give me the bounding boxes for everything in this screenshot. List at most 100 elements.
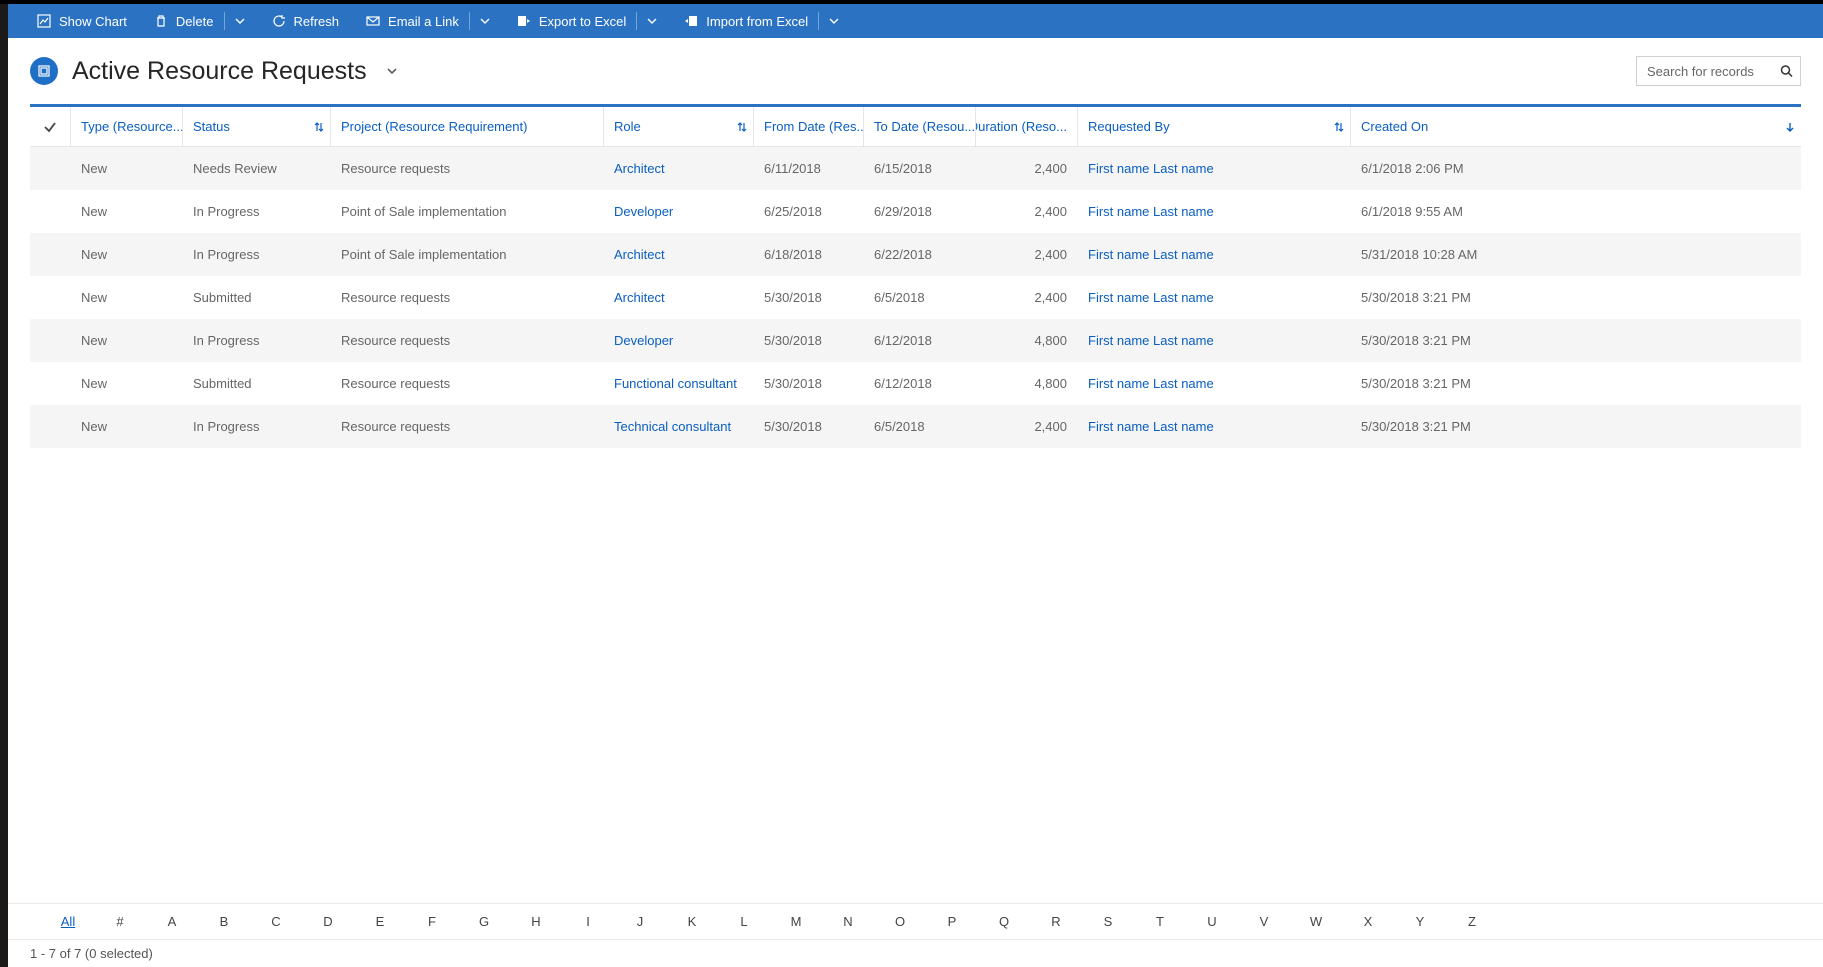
chevron-down-icon: [829, 16, 839, 26]
table-row[interactable]: NewIn ProgressPoint of Sale implementati…: [30, 233, 1801, 276]
row-selector[interactable]: [30, 362, 70, 405]
alpha-y[interactable]: Y: [1394, 914, 1446, 929]
cell-project: Resource requests: [330, 405, 603, 448]
row-selector[interactable]: [30, 319, 70, 362]
alpha-all[interactable]: All: [42, 914, 94, 929]
grid-header: Type (Resource... Status Project (Resour…: [30, 107, 1801, 147]
cell-type: New: [70, 190, 182, 233]
alpha-d[interactable]: D: [302, 914, 354, 929]
alpha-e[interactable]: E: [354, 914, 406, 929]
row-selector[interactable]: [30, 233, 70, 276]
requested-by-link[interactable]: First name Last name: [1088, 376, 1214, 391]
email-link-button[interactable]: Email a Link: [357, 4, 467, 38]
role-link[interactable]: Architect: [614, 161, 665, 176]
cell-role: Functional consultant: [603, 362, 753, 405]
alpha-#[interactable]: #: [94, 914, 146, 929]
cell-duration: 2,400: [975, 233, 1077, 276]
table-row[interactable]: NewIn ProgressPoint of Sale implementati…: [30, 190, 1801, 233]
separator: [636, 12, 637, 30]
alpha-g[interactable]: G: [458, 914, 510, 929]
import-excel-button[interactable]: Import from Excel: [675, 4, 816, 38]
requested-by-link[interactable]: First name Last name: [1088, 419, 1214, 434]
select-all-header[interactable]: [30, 107, 70, 146]
export-excel-button[interactable]: Export to Excel: [508, 4, 634, 38]
refresh-button[interactable]: Refresh: [263, 4, 348, 38]
row-selector[interactable]: [30, 405, 70, 448]
alpha-i[interactable]: I: [562, 914, 614, 929]
requested-by-link[interactable]: First name Last name: [1088, 290, 1214, 305]
trash-icon: [153, 13, 169, 29]
cell-status: Submitted: [182, 362, 330, 405]
col-status[interactable]: Status: [182, 107, 330, 146]
requested-by-link[interactable]: First name Last name: [1088, 161, 1214, 176]
delete-split-button[interactable]: [227, 4, 253, 38]
col-created-on[interactable]: Created On: [1350, 107, 1801, 146]
delete-button[interactable]: Delete: [145, 4, 222, 38]
table-row[interactable]: NewSubmittedResource requestsFunctional …: [30, 362, 1801, 405]
alpha-q[interactable]: Q: [978, 914, 1030, 929]
requested-by-link[interactable]: First name Last name: [1088, 333, 1214, 348]
row-selector[interactable]: [30, 276, 70, 319]
search-input[interactable]: [1636, 56, 1801, 86]
cell-created-on: 6/1/2018 2:06 PM: [1350, 147, 1801, 190]
export-split-button[interactable]: [639, 4, 665, 38]
role-link[interactable]: Architect: [614, 290, 665, 305]
requested-by-link[interactable]: First name Last name: [1088, 204, 1214, 219]
alpha-u[interactable]: U: [1186, 914, 1238, 929]
requested-by-link[interactable]: First name Last name: [1088, 247, 1214, 262]
row-selector[interactable]: [30, 190, 70, 233]
alpha-r[interactable]: R: [1030, 914, 1082, 929]
role-link[interactable]: Developer: [614, 333, 673, 348]
alpha-p[interactable]: P: [926, 914, 978, 929]
table-row[interactable]: NewIn ProgressResource requestsTechnical…: [30, 405, 1801, 448]
alpha-x[interactable]: X: [1342, 914, 1394, 929]
left-dark-bar: [0, 4, 8, 967]
alpha-o[interactable]: O: [874, 914, 926, 929]
cell-to: 6/5/2018: [863, 276, 975, 319]
alpha-t[interactable]: T: [1134, 914, 1186, 929]
alpha-m[interactable]: M: [770, 914, 822, 929]
alpha-c[interactable]: C: [250, 914, 302, 929]
cell-from: 5/30/2018: [753, 362, 863, 405]
role-link[interactable]: Architect: [614, 247, 665, 262]
view-selector[interactable]: [385, 64, 399, 78]
cell-duration: 4,800: [975, 319, 1077, 362]
col-requested-by[interactable]: Requested By: [1077, 107, 1350, 146]
alpha-a[interactable]: A: [146, 914, 198, 929]
alpha-w[interactable]: W: [1290, 914, 1342, 929]
table-row[interactable]: NewSubmittedResource requestsArchitect5/…: [30, 276, 1801, 319]
alpha-f[interactable]: F: [406, 914, 458, 929]
row-selector[interactable]: [30, 147, 70, 190]
cell-requested-by: First name Last name: [1077, 233, 1350, 276]
alpha-l[interactable]: L: [718, 914, 770, 929]
sort-desc-icon: [1785, 121, 1795, 133]
role-link[interactable]: Developer: [614, 204, 673, 219]
alpha-z[interactable]: Z: [1446, 914, 1498, 929]
role-link[interactable]: Technical consultant: [614, 419, 731, 434]
alpha-h[interactable]: H: [510, 914, 562, 929]
alpha-b[interactable]: B: [198, 914, 250, 929]
email-split-button[interactable]: [472, 4, 498, 38]
col-project[interactable]: Project (Resource Requirement): [330, 107, 603, 146]
alpha-n[interactable]: N: [822, 914, 874, 929]
import-split-button[interactable]: [821, 4, 847, 38]
col-type[interactable]: Type (Resource...: [70, 107, 182, 146]
separator: [818, 12, 819, 30]
alpha-v[interactable]: V: [1238, 914, 1290, 929]
export-excel-label: Export to Excel: [539, 14, 626, 29]
col-to[interactable]: To Date (Resou...: [863, 107, 975, 146]
table-row[interactable]: NewNeeds ReviewResource requestsArchitec…: [30, 147, 1801, 190]
col-from[interactable]: From Date (Res...: [753, 107, 863, 146]
alpha-s[interactable]: S: [1082, 914, 1134, 929]
chevron-down-icon: [480, 16, 490, 26]
role-link[interactable]: Functional consultant: [614, 376, 737, 391]
col-role[interactable]: Role: [603, 107, 753, 146]
col-duration[interactable]: Duration (Reso...: [975, 107, 1077, 146]
alpha-k[interactable]: K: [666, 914, 718, 929]
table-row[interactable]: NewIn ProgressResource requestsDeveloper…: [30, 319, 1801, 362]
search-icon[interactable]: [1780, 65, 1793, 78]
status-bar: 1 - 7 of 7 (0 selected): [0, 939, 1823, 967]
alpha-j[interactable]: J: [614, 914, 666, 929]
refresh-label: Refresh: [294, 14, 340, 29]
show-chart-button[interactable]: Show Chart: [28, 4, 135, 38]
